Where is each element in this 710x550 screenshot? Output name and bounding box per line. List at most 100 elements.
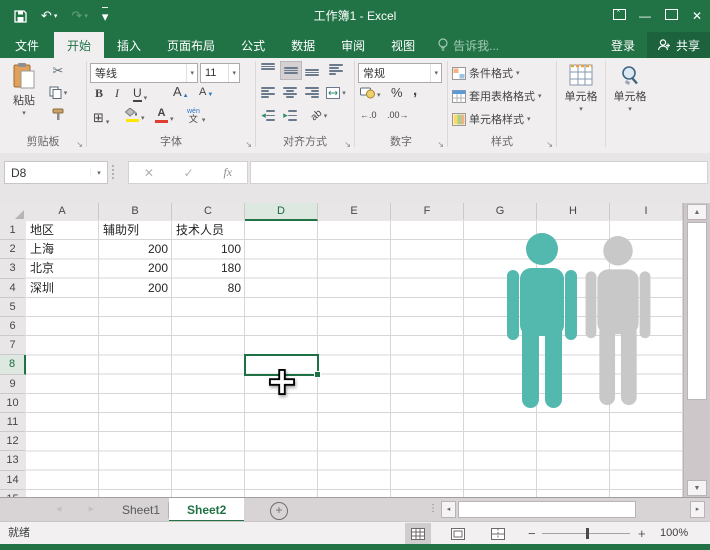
zoom-level[interactable]: 100% [660, 522, 688, 545]
vertical-scrollbar[interactable]: ▲ ▼ [683, 203, 710, 497]
column-header-F[interactable]: F [391, 203, 464, 220]
cells-group-button[interactable]: 单元格 ▾ [559, 64, 603, 113]
format-as-table-button[interactable]: 套用表格格式▾ [452, 88, 542, 104]
increase-decimal-button[interactable]: ←.0 [360, 110, 377, 120]
tab-page-layout[interactable]: 页面布局 [154, 32, 228, 58]
horizontal-scroll-thumb[interactable] [458, 501, 636, 518]
tab-scroll-splitter[interactable]: ⋮ [428, 503, 438, 514]
percent-style-button[interactable]: % [391, 85, 403, 100]
middle-align-button[interactable] [280, 61, 302, 80]
share-button[interactable]: 共享 [647, 32, 710, 58]
maximize-button[interactable] [658, 0, 684, 32]
page-break-view-button[interactable] [485, 523, 511, 544]
font-name-combo[interactable]: 等线▾ [90, 63, 198, 83]
font-color-button[interactable]: A ▾ [155, 108, 174, 123]
row-header-8[interactable]: 8 [0, 355, 26, 374]
top-align-button[interactable] [258, 61, 278, 78]
format-painter-button[interactable] [48, 106, 68, 123]
scroll-up-icon[interactable]: ▲ [687, 204, 707, 220]
orientation-button[interactable]: ab▾ [306, 107, 332, 124]
column-header-A[interactable]: A [26, 203, 99, 220]
cell-C2[interactable]: 100 [172, 240, 245, 259]
phonetic-guide-button[interactable]: wén 文 ▾ [187, 108, 205, 124]
cell-C3[interactable]: 180 [172, 259, 245, 278]
confirm-entry-icon[interactable]: ✓ [184, 166, 194, 180]
cell-B1[interactable]: 辅助列 [99, 221, 172, 240]
column-header-C[interactable]: C [172, 203, 245, 220]
scroll-down-icon[interactable]: ▼ [687, 480, 707, 496]
tab-review[interactable]: 审阅 [328, 32, 378, 58]
sheet-nav-arrows-icon[interactable]: ◂ ▸ [56, 502, 106, 515]
insert-function-icon[interactable]: fx [223, 165, 232, 180]
column-header-E[interactable]: E [318, 203, 391, 220]
accounting-format-button[interactable]: ▾ [360, 86, 381, 99]
merge-center-button[interactable]: ▾ [326, 84, 346, 101]
minimize-button[interactable]: — [632, 0, 658, 32]
cell-C4[interactable]: 80 [172, 279, 245, 298]
font-size-combo[interactable]: 11▾ [200, 63, 240, 83]
column-header-H[interactable]: H [537, 203, 610, 220]
decrease-indent-button[interactable]: ◂ [258, 107, 278, 124]
row-header-4[interactable]: 4 [0, 279, 25, 298]
decrease-font-size-button[interactable]: A▼ [199, 86, 213, 98]
cut-button[interactable]: ✂ [48, 62, 68, 79]
number-dialog-launcher[interactable]: ↘ [437, 140, 444, 149]
tab-formulas[interactable]: 公式 [228, 32, 278, 58]
row-header-1[interactable]: 1 [0, 221, 25, 240]
name-box[interactable]: D8 ▾ [4, 161, 108, 184]
row-header-14[interactable]: 14 [0, 471, 25, 490]
cell-B4[interactable]: 200 [99, 279, 172, 298]
cell-C1[interactable]: 技术人员 [172, 221, 245, 240]
row-header-10[interactable]: 10 [0, 394, 25, 413]
row-header-2[interactable]: 2 [0, 240, 25, 259]
wrap-text-button[interactable] [326, 61, 346, 78]
editing-group-button[interactable]: 单元格 ▾ [608, 64, 652, 113]
new-sheet-button[interactable]: + [270, 502, 288, 520]
clipboard-dialog-launcher[interactable]: ↘ [76, 140, 83, 149]
tab-home[interactable]: 开始 [54, 32, 104, 58]
cell-grid[interactable]: 地区辅助列技术人员上海200100北京200180深圳20080 [26, 221, 683, 497]
fill-handle[interactable] [314, 371, 321, 378]
decrease-decimal-button[interactable]: .00→ [387, 110, 409, 120]
row-header-12[interactable]: 12 [0, 432, 25, 451]
cell-styles-button[interactable]: 单元格样式▾ [452, 111, 531, 127]
increase-indent-button[interactable]: ▸ [280, 107, 300, 124]
row-header-9[interactable]: 9 [0, 375, 25, 394]
zoom-slider-thumb[interactable] [586, 528, 589, 539]
align-left-button[interactable] [258, 84, 278, 101]
comma-style-button[interactable]: , [413, 82, 417, 99]
copy-button[interactable]: ▾ [48, 84, 68, 101]
cancel-entry-icon[interactable]: ✕ [144, 166, 154, 180]
cell-B2[interactable]: 200 [99, 240, 172, 259]
sheet-tab-sheet1[interactable]: Sheet1 [104, 498, 178, 522]
row-header-11[interactable]: 11 [0, 413, 25, 432]
center-button[interactable] [280, 84, 300, 101]
row-header-5[interactable]: 5 [0, 298, 25, 317]
borders-button[interactable]: ⊞▾ [93, 110, 109, 126]
formula-bar-handle[interactable] [112, 165, 118, 179]
close-button[interactable]: ✕ [684, 0, 710, 32]
zoom-in-icon[interactable]: + [638, 522, 646, 545]
row-header-6[interactable]: 6 [0, 317, 25, 336]
column-header-D[interactable]: D [245, 203, 318, 221]
zoom-slider[interactable] [542, 533, 630, 534]
row-header-13[interactable]: 13 [0, 451, 25, 470]
normal-view-button[interactable] [405, 523, 431, 544]
align-right-button[interactable] [302, 84, 322, 101]
alignment-dialog-launcher[interactable]: ↘ [344, 140, 351, 149]
vertical-scroll-thumb[interactable] [687, 222, 707, 400]
column-header-G[interactable]: G [464, 203, 537, 220]
zoom-out-icon[interactable]: − [528, 522, 536, 545]
column-header-I[interactable]: I [610, 203, 683, 220]
cell-A3[interactable]: 北京 [26, 259, 99, 278]
sheet-tab-sheet2[interactable]: Sheet2 [169, 498, 244, 522]
hscroll-right-icon[interactable]: ▸ [690, 501, 705, 518]
italic-button[interactable]: I [115, 86, 119, 101]
tab-view[interactable]: 视图 [378, 32, 428, 58]
gray-person-graphic[interactable] [583, 234, 653, 407]
tell-me-box[interactable]: 告诉我... [438, 32, 499, 58]
increase-font-size-button[interactable]: A▲ [173, 84, 189, 99]
row-header-15[interactable]: 15 [0, 490, 25, 497]
font-dialog-launcher[interactable]: ↘ [245, 140, 252, 149]
fill-color-button[interactable]: ▾ [125, 108, 145, 122]
